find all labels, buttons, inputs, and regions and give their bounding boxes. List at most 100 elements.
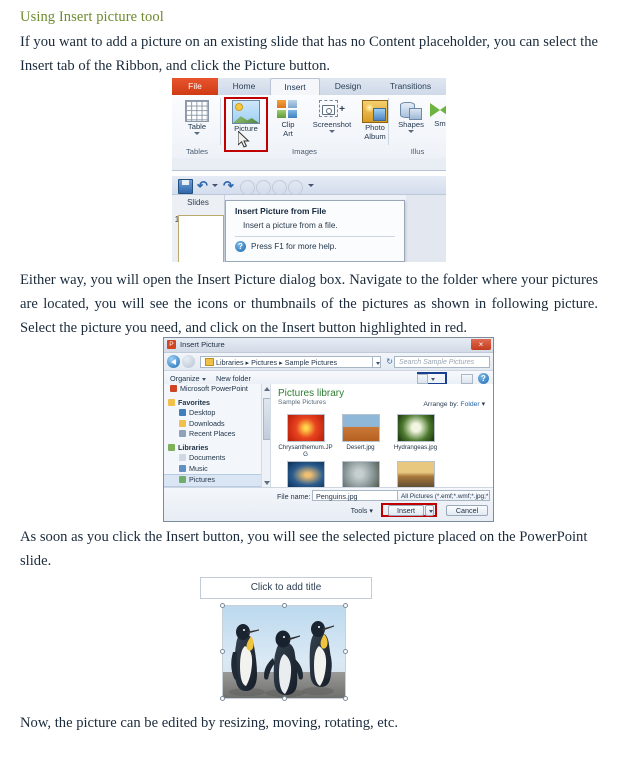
sidebar-item-pictures[interactable]: Pictures [164, 474, 270, 487]
tooltip-help-text: Press F1 for more help. [251, 242, 337, 251]
undo-dropdown-chevron-icon[interactable] [212, 184, 218, 187]
sidebar-item-label: Pictures [189, 475, 215, 484]
ribbon-tab-file[interactable]: File [172, 78, 218, 95]
redo-icon[interactable]: ↷ [222, 179, 235, 192]
back-icon[interactable] [167, 355, 180, 368]
ribbon-tab-home[interactable]: Home [218, 78, 270, 95]
tools-button[interactable]: Tools ▾ [351, 506, 373, 515]
powerpoint-icon [170, 385, 177, 392]
sidebar-item-desktop[interactable]: Desktop [164, 408, 270, 419]
sidebar-item-recent-places[interactable]: Recent Places [164, 429, 270, 440]
ribbon-tab-transitions[interactable]: Transitions [375, 78, 446, 95]
sidebar-item-label: Microsoft PowerPoint [180, 384, 248, 393]
chevron-down-icon [329, 129, 335, 133]
resize-handle-middle-left[interactable] [220, 649, 225, 654]
breadcrumb[interactable]: Libraries ▸ Pictures ▸ Sample Pictures [200, 356, 373, 368]
breadcrumb-dropdown-icon[interactable] [372, 356, 381, 368]
scrollbar-thumb[interactable] [263, 398, 270, 440]
slides-pane: Slides 1 [172, 195, 225, 262]
forward-icon[interactable] [182, 355, 195, 368]
figure-slide-with-picture: Click to add title [190, 572, 380, 702]
scroll-down-icon[interactable] [263, 481, 270, 485]
ribbon-button-picture[interactable]: Picture [227, 100, 265, 134]
sidebar-group-favorites[interactable]: Favorites [164, 398, 270, 409]
sidebar-scrollbar[interactable] [261, 384, 270, 488]
save-icon[interactable] [178, 179, 193, 194]
sidebar-item-music[interactable]: Music [164, 464, 270, 475]
tooltip-title: Insert Picture from File [235, 206, 327, 216]
customize-qat-icon[interactable] [308, 184, 314, 187]
sidebar-item-microsoft-powerpoint[interactable]: Microsoft PowerPoint [164, 384, 270, 395]
sidebar-item-label: Downloads [189, 418, 225, 428]
file-thumbnail [286, 461, 325, 489]
disabled-icon-1 [240, 180, 255, 195]
file-item-desert[interactable]: Desert.jpg [333, 414, 388, 458]
preview-pane-icon[interactable] [461, 374, 473, 384]
search-input[interactable]: Search Sample Pictures [394, 356, 490, 368]
file-type-filter-select[interactable]: All Pictures (*.emf;*.wmf;*.jpg;* [397, 490, 490, 501]
ribbon-button-clip-art[interactable]: Clip Art [272, 100, 304, 138]
help-icon[interactable]: ? [478, 373, 489, 384]
sidebar-item-downloads[interactable]: Downloads [164, 419, 270, 430]
refresh-icon[interactable]: ↻ [386, 357, 393, 366]
view-options-icon[interactable] [417, 374, 428, 384]
file-item-hydrangeas[interactable]: Hydrangeas.jpg [388, 414, 443, 458]
file-name-value: Penguins.jpg [316, 492, 358, 501]
downloads-icon [179, 419, 186, 427]
ribbon-button-smartart[interactable]: Sm [429, 101, 446, 129]
ribbon-button-smartart-label: Sm [434, 119, 446, 128]
disabled-icon-2 [256, 180, 271, 195]
file-name: Desert.jpg [346, 444, 375, 451]
tooltip-help-row: ? Press F1 for more help. [226, 237, 404, 252]
resize-handle-bottom-center[interactable] [282, 696, 287, 701]
ribbon-group-label-tables: Tables [186, 147, 208, 156]
view-chevron-icon[interactable] [431, 378, 435, 381]
cancel-button[interactable]: Cancel [446, 505, 488, 516]
insert-dropdown-button[interactable] [425, 505, 434, 516]
desktop-icon [179, 409, 186, 416]
close-icon[interactable]: × [471, 339, 491, 350]
scroll-up-icon[interactable] [263, 387, 270, 391]
arrange-by-control[interactable]: Arrange by: Folder ▾ [423, 400, 485, 408]
ribbon-tab-design[interactable]: Design [322, 78, 374, 95]
help-icon: ? [235, 241, 246, 252]
ribbon-button-clip-art-label-line2: Art [283, 128, 293, 138]
ribbon-button-shapes[interactable]: Shapes [394, 100, 428, 133]
new-folder-button[interactable]: New folder [216, 374, 251, 383]
libraries-icon [168, 443, 175, 451]
file-item-chrysanthemum[interactable]: Chrysanthemum.JPG [278, 414, 333, 458]
organize-chevron-icon[interactable] [202, 378, 206, 381]
slide-thumbnail[interactable] [178, 215, 224, 262]
chevron-down-icon [194, 131, 200, 135]
paragraph-4: Now, the picture can be edited by resizi… [20, 715, 398, 731]
ribbon-button-photo-album[interactable]: Photo Album [358, 100, 392, 141]
file-thumbnail [341, 414, 380, 442]
resize-handle-top-right[interactable] [343, 603, 348, 608]
ribbon-button-screenshot[interactable]: + Screenshot [306, 100, 358, 133]
file-name: Hydrangeas.jpg [393, 444, 438, 451]
arrange-by-label: Arrange by: [423, 401, 459, 408]
ribbon-tab-insert[interactable]: Insert [270, 78, 320, 95]
resize-handle-bottom-left[interactable] [220, 696, 225, 701]
resize-handle-top-center[interactable] [282, 603, 287, 608]
page-heading: Using Insert picture tool [20, 9, 164, 25]
paragraph-1: If you want to add a picture on an exist… [20, 34, 598, 74]
photo-album-icon [362, 100, 388, 123]
sidebar-item-documents[interactable]: Documents [164, 453, 270, 464]
resize-handle-middle-right[interactable] [343, 649, 348, 654]
document-page: Using Insert picture tool If you want to… [0, 0, 617, 758]
sidebar-item-label: Favorites [178, 397, 210, 407]
organize-button[interactable]: Organize [170, 374, 200, 383]
resize-handle-top-left[interactable] [220, 603, 225, 608]
resize-handle-bottom-right[interactable] [343, 696, 348, 701]
undo-icon[interactable]: ↶ [196, 179, 209, 192]
tooltip-description: Insert a picture from a file. [243, 221, 338, 230]
paragraph-3: As soon as you click the Insert button, … [20, 529, 588, 569]
sidebar-group-libraries[interactable]: Libraries [164, 443, 270, 454]
insert-button[interactable]: Insert [388, 505, 424, 516]
inserted-picture[interactable] [220, 603, 348, 701]
folder-icon [205, 358, 214, 366]
figure-ribbon-insert-tab: File Home Insert Design Transitions Tabl… [172, 78, 446, 171]
slide-title-placeholder[interactable]: Click to add title [200, 577, 372, 599]
ribbon-button-table[interactable]: Table [176, 100, 218, 135]
